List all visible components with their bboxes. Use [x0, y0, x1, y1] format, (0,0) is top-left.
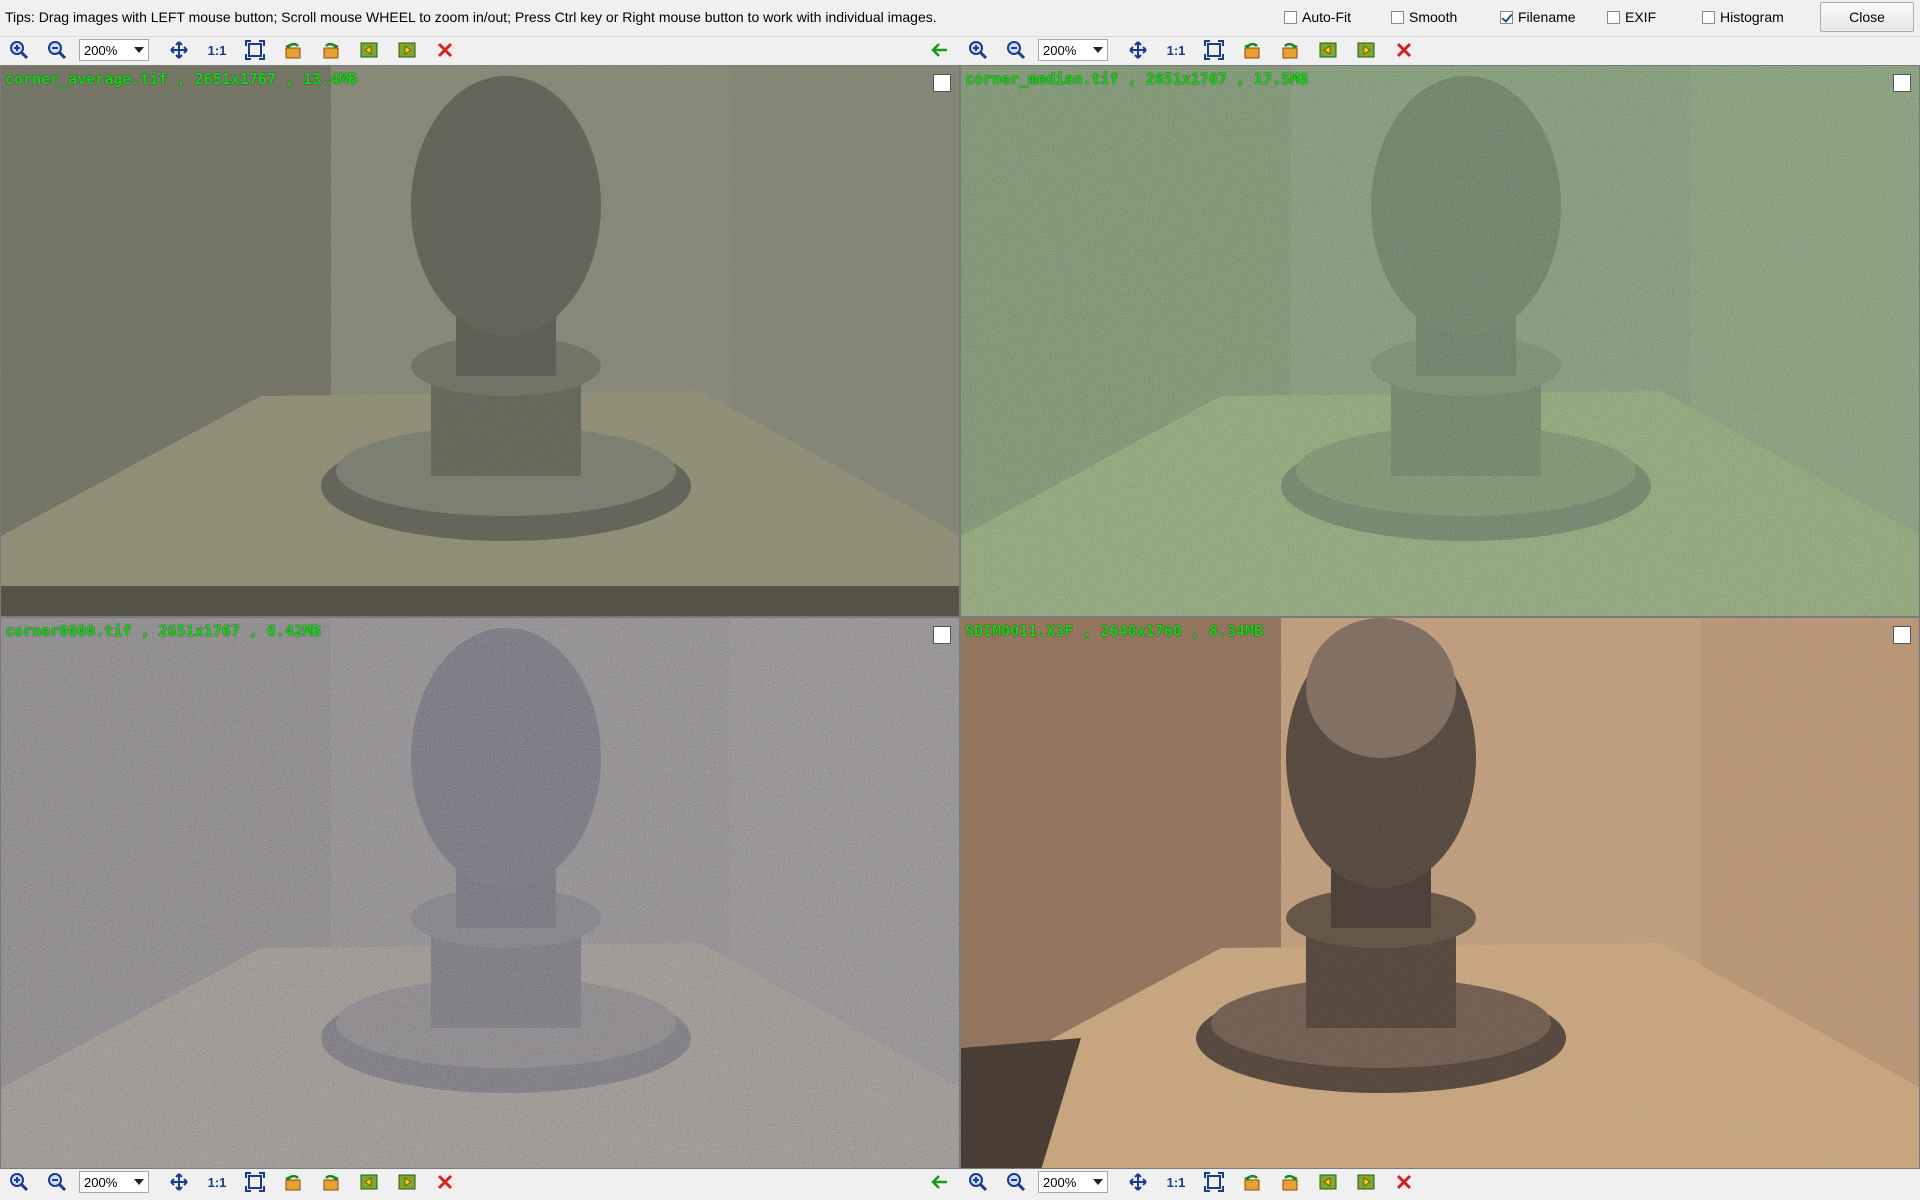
fit-icon[interactable]	[165, 37, 193, 63]
rotate-left-icon[interactable]	[1238, 1169, 1266, 1195]
tips-bar: Tips: Drag images with LEFT mouse button…	[0, 0, 1920, 37]
zoom-in-icon[interactable]	[5, 37, 33, 63]
zoom-select[interactable]: 200%	[79, 1171, 149, 1193]
rotate-left-icon[interactable]	[279, 37, 307, 63]
back-arrow-icon[interactable]	[930, 42, 948, 61]
next-image-icon[interactable]	[393, 37, 421, 63]
prev-image-icon[interactable]	[1314, 1169, 1342, 1195]
image-sdim0011	[961, 618, 1919, 1168]
zoom-in-icon[interactable]	[964, 1169, 992, 1195]
exif-label: EXIF	[1625, 9, 1657, 25]
image-pane-bottom-left[interactable]: corner0000.tif , 2651x1767 , 6.42MB	[0, 617, 960, 1169]
image-corner-average	[1, 66, 959, 616]
toolbar-bottom-left: 200% 1:1	[5, 1168, 469, 1196]
fit-icon[interactable]	[1124, 37, 1152, 63]
fit-icon[interactable]	[1124, 1169, 1152, 1195]
next-image-icon[interactable]	[1352, 37, 1380, 63]
remove-icon[interactable]	[431, 37, 459, 63]
filename-overlay: corner_average.tif , 2651x1767 , 13.4MB	[5, 70, 358, 88]
pane-select-checkbox[interactable]	[1893, 74, 1911, 92]
image-corner-median	[961, 66, 1919, 616]
zoom-value: 200%	[1043, 1174, 1077, 1190]
exif-checkbox[interactable]: EXIF	[1607, 9, 1656, 25]
remove-icon[interactable]	[431, 1169, 459, 1195]
actual-size-icon[interactable]: 1:1	[1162, 37, 1190, 63]
pane-select-checkbox[interactable]	[933, 74, 951, 92]
chevron-down-icon	[1093, 1179, 1103, 1185]
fullscreen-icon[interactable]	[1200, 1169, 1228, 1195]
prev-image-icon[interactable]	[355, 1169, 383, 1195]
fullscreen-icon[interactable]	[1200, 37, 1228, 63]
rotate-left-icon[interactable]	[1238, 37, 1266, 63]
zoom-out-icon[interactable]	[43, 1169, 71, 1195]
close-button[interactable]: Close	[1820, 2, 1914, 32]
rotate-left-icon[interactable]	[279, 1169, 307, 1195]
zoom-select[interactable]: 200%	[1038, 39, 1108, 61]
actual-size-icon[interactable]: 1:1	[203, 37, 231, 63]
remove-icon[interactable]	[1390, 37, 1418, 63]
smooth-check-box[interactable]	[1391, 10, 1404, 24]
toolbar-bottom-right: 200% 1:1	[964, 1168, 1428, 1196]
fullscreen-icon[interactable]	[241, 1169, 269, 1195]
zoom-value: 200%	[84, 42, 118, 58]
filename-overlay: SDIM0011.X3F , 2640x1760 , 8.34MB	[965, 622, 1264, 640]
toolbar-top-right: 200% 1:1	[964, 36, 1428, 64]
zoom-select[interactable]: 200%	[79, 39, 149, 61]
image-pane-top-left[interactable]: corner_average.tif , 2651x1767 , 13.4MB	[0, 65, 960, 617]
image-corner0000	[1, 618, 959, 1168]
prev-image-icon[interactable]	[355, 37, 383, 63]
chevron-down-icon	[1093, 47, 1103, 53]
rotate-right-icon[interactable]	[1276, 1169, 1304, 1195]
zoom-out-icon[interactable]	[1002, 1169, 1030, 1195]
back-arrow-icon[interactable]	[930, 1174, 948, 1193]
prev-image-icon[interactable]	[1314, 37, 1342, 63]
histogram-check-box[interactable]	[1702, 10, 1715, 24]
filename-checkbox[interactable]: Filename	[1500, 9, 1576, 25]
next-image-icon[interactable]	[393, 1169, 421, 1195]
rotate-right-icon[interactable]	[317, 37, 345, 63]
rotate-right-icon[interactable]	[317, 1169, 345, 1195]
auto-fit-checkbox[interactable]: Auto-Fit	[1284, 9, 1351, 25]
filename-check-box[interactable]	[1500, 10, 1513, 24]
auto-fit-check-box[interactable]	[1284, 10, 1297, 24]
tips-text: Tips: Drag images with LEFT mouse button…	[5, 9, 937, 25]
zoom-in-icon[interactable]	[5, 1169, 33, 1195]
histogram-checkbox[interactable]: Histogram	[1702, 9, 1784, 25]
toolbar-top-left: 200% 1:1	[5, 36, 469, 64]
chevron-down-icon	[134, 1179, 144, 1185]
pane-select-checkbox[interactable]	[933, 626, 951, 644]
zoom-in-icon[interactable]	[964, 37, 992, 63]
exif-check-box[interactable]	[1607, 10, 1620, 24]
actual-size-icon[interactable]: 1:1	[203, 1169, 231, 1195]
zoom-out-icon[interactable]	[1002, 37, 1030, 63]
filename-label: Filename	[1518, 9, 1576, 25]
filename-overlay: corner_median.tif , 2651x1767 , 17.5MB	[965, 70, 1309, 88]
zoom-value: 200%	[1043, 42, 1077, 58]
fit-icon[interactable]	[165, 1169, 193, 1195]
image-pane-top-right[interactable]: corner_median.tif , 2651x1767 , 17.5MB	[960, 65, 1920, 617]
zoom-value: 200%	[84, 1174, 118, 1190]
fullscreen-icon[interactable]	[241, 37, 269, 63]
filename-overlay: corner0000.tif , 2651x1767 , 6.42MB	[5, 622, 322, 640]
chevron-down-icon	[134, 47, 144, 53]
smooth-label: Smooth	[1409, 9, 1458, 25]
next-image-icon[interactable]	[1352, 1169, 1380, 1195]
histogram-label: Histogram	[1720, 9, 1784, 25]
rotate-right-icon[interactable]	[1276, 37, 1304, 63]
zoom-select[interactable]: 200%	[1038, 1171, 1108, 1193]
pane-select-checkbox[interactable]	[1893, 626, 1911, 644]
smooth-checkbox[interactable]: Smooth	[1391, 9, 1457, 25]
auto-fit-label: Auto-Fit	[1302, 9, 1352, 25]
zoom-out-icon[interactable]	[43, 37, 71, 63]
remove-icon[interactable]	[1390, 1169, 1418, 1195]
actual-size-icon[interactable]: 1:1	[1162, 1169, 1190, 1195]
image-pane-bottom-right[interactable]: SDIM0011.X3F , 2640x1760 , 8.34MB	[960, 617, 1920, 1169]
